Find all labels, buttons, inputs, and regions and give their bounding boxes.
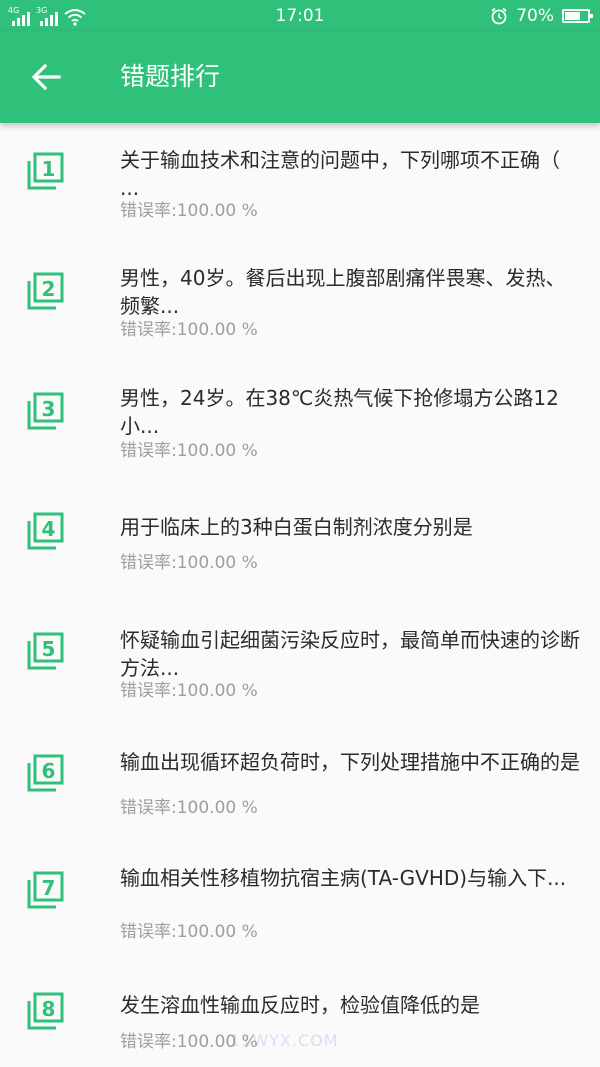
rank-badge-icon: 3 bbox=[27, 392, 64, 430]
question-text: 输血出现循环超负荷时，下列处理措施中不正确的是 bbox=[120, 750, 580, 774]
rank-number: 6 bbox=[42, 759, 56, 783]
list-item[interactable]: 6 输血出现循环超负荷时，下列处理措施中不正确的是 错误率:100.00 % bbox=[0, 748, 600, 848]
question-text: 输血相关性移植物抗宿主病(TA-GVHD)与输入下... bbox=[120, 866, 567, 890]
rank-badge-icon: 1 bbox=[27, 152, 64, 190]
error-rate-value: 100.00 % bbox=[176, 1032, 258, 1052]
rank-number: 7 bbox=[42, 876, 56, 900]
battery-fill bbox=[565, 12, 580, 20]
error-rate-label: 错误率: bbox=[120, 441, 177, 461]
arrow-left-icon[interactable] bbox=[28, 59, 64, 95]
status-bar: 4G 3G 17:01 70% bbox=[0, 0, 600, 31]
rank-badge-icon: 8 bbox=[27, 992, 64, 1030]
question-text: 关于输血技术和注意的问题中，下列哪项不正确（ ... bbox=[120, 148, 560, 200]
question-text: 男性，40岁。餐后出现上腹部剧痛伴畏寒、发热、频繁... bbox=[120, 266, 566, 318]
rank-number: 3 bbox=[42, 397, 56, 421]
error-rate-label: 错误率: bbox=[120, 798, 177, 818]
error-rate-label: 错误率: bbox=[120, 681, 177, 701]
app-bar: 错题排行 bbox=[0, 31, 600, 123]
rank-badge-icon: 2 bbox=[27, 272, 64, 310]
rank-number: 2 bbox=[42, 277, 56, 301]
alarm-icon bbox=[491, 7, 507, 25]
question-text: 用于临床上的3种白蛋白制剂浓度分别是 bbox=[120, 515, 473, 539]
error-rate: 错误率:100.00 % bbox=[120, 797, 258, 819]
error-rate-label: 错误率: bbox=[120, 320, 177, 340]
question-text: 发生溶血性输血反应时，检验值降低的是 bbox=[120, 993, 480, 1017]
list-item[interactable]: 7 输血相关性移植物抗宿主病(TA-GVHD)与输入下... 错误率:100.0… bbox=[0, 863, 600, 963]
error-rate-value: 100.00 % bbox=[176, 681, 258, 701]
question-text: 怀疑输血引起细菌污染反应时，最简单而快速的诊断方法... bbox=[120, 628, 580, 680]
rank-number: 1 bbox=[42, 157, 56, 181]
list-item[interactable]: 8 发生溶血性输血反应时，检验值降低的是 错误率:100.00 % bbox=[0, 988, 600, 1063]
rank-number: 5 bbox=[42, 637, 56, 661]
question-text: 男性，24岁。在38℃炎热气候下抢修塌方公路12小... bbox=[120, 386, 559, 438]
error-rate-value: 100.00 % bbox=[176, 320, 258, 340]
error-rate-label: 错误率: bbox=[120, 553, 177, 573]
rank-number: 4 bbox=[42, 517, 56, 541]
rank-badge-icon: 4 bbox=[27, 512, 64, 550]
list-item[interactable]: 3 男性，24岁。在38℃炎热气候下抢修塌方公路12小... 错误率:100.0… bbox=[0, 381, 600, 481]
rank-badge-icon: 6 bbox=[27, 754, 64, 792]
error-rate-label: 错误率: bbox=[120, 201, 177, 221]
list-item[interactable]: 1 关于输血技术和注意的问题中，下列哪项不正确（ ... 错误率:100.00 … bbox=[0, 143, 600, 243]
status-right: 70% bbox=[490, 5, 593, 27]
list-item[interactable]: 4 用于临床上的3种白蛋白制剂浓度分别是 错误率:100.00 % bbox=[0, 508, 600, 598]
list-item[interactable]: 5 怀疑输血引起细菌污染反应时，最简单而快速的诊断方法... 错误率:100.0… bbox=[0, 623, 600, 723]
error-rate: 错误率:100.00 % bbox=[120, 200, 258, 222]
error-rate: 错误率:100.00 % bbox=[120, 440, 258, 462]
error-rate-label: 错误率: bbox=[120, 1032, 177, 1052]
battery-percent: 70% bbox=[516, 6, 554, 26]
rank-number: 8 bbox=[42, 997, 56, 1021]
error-rate: 错误率:100.00 % bbox=[120, 552, 258, 574]
page-title: 错题排行 bbox=[120, 62, 221, 91]
error-rate: 错误率:100.00 % bbox=[120, 319, 258, 341]
rank-badge-icon: 7 bbox=[27, 871, 64, 909]
error-rate-value: 100.00 % bbox=[176, 798, 258, 818]
error-rate: 错误率:100.00 % bbox=[120, 1031, 258, 1053]
rank-badge-icon: 5 bbox=[27, 632, 64, 670]
error-rate-value: 100.00 % bbox=[176, 441, 258, 461]
error-rate-value: 100.00 % bbox=[176, 201, 258, 221]
error-rate: 错误率:100.00 % bbox=[120, 680, 258, 702]
error-rate-value: 100.00 % bbox=[176, 553, 258, 573]
error-rate-value: 100.00 % bbox=[176, 922, 258, 942]
error-rate-label: 错误率: bbox=[120, 922, 177, 942]
list-item[interactable]: 2 男性，40岁。餐后出现上腹部剧痛伴畏寒、发热、频繁... 错误率:100.0… bbox=[0, 261, 600, 361]
battery-icon bbox=[562, 9, 593, 23]
error-rate: 错误率:100.00 % bbox=[120, 921, 258, 943]
